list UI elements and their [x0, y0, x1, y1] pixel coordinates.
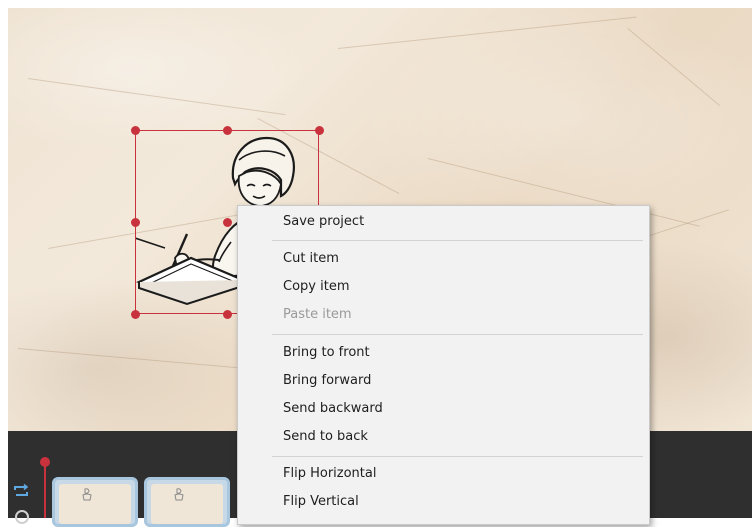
- menu-item-bring-to-front[interactable]: Bring to front: [283, 342, 370, 364]
- paper-crease: [27, 78, 286, 116]
- context-menu: Save project Cut item Copy item Paste it…: [237, 205, 650, 525]
- menu-separator: [272, 334, 643, 335]
- playhead-line[interactable]: [44, 460, 46, 518]
- frame-thumbnail: [59, 484, 131, 524]
- resize-handle-top-left[interactable]: [131, 126, 140, 135]
- menu-item-send-to-back[interactable]: Send to back: [283, 426, 368, 448]
- repeat-icon[interactable]: [13, 484, 29, 498]
- menu-item-cut[interactable]: Cut item: [283, 248, 339, 270]
- menu-item-flip-horizontal[interactable]: Flip Horizontal: [283, 463, 376, 485]
- frame-thumbnail: [151, 484, 223, 524]
- resize-handle-bottom[interactable]: [223, 310, 232, 319]
- resize-handle-left[interactable]: [131, 218, 140, 227]
- menu-item-save-project[interactable]: Save project: [283, 211, 364, 233]
- frame-thumbnail-icon: [82, 488, 92, 501]
- menu-item-copy[interactable]: Copy item: [283, 276, 349, 298]
- resize-handle-top-right[interactable]: [315, 126, 324, 135]
- paper-crease: [338, 16, 637, 49]
- menu-separator: [272, 240, 643, 241]
- paper-crease: [17, 348, 258, 370]
- paper-crease: [627, 28, 720, 106]
- menu-item-bring-forward[interactable]: Bring forward: [283, 370, 371, 392]
- frame-thumbnail-icon: [174, 488, 184, 501]
- menu-separator: [272, 456, 643, 457]
- playhead-handle[interactable]: [40, 457, 50, 467]
- menu-item-send-backward[interactable]: Send backward: [283, 398, 383, 420]
- rotate-center-handle[interactable]: [223, 218, 232, 227]
- resize-handle-top[interactable]: [223, 126, 232, 135]
- timeline-frame-2[interactable]: [144, 477, 230, 527]
- menu-item-flip-vertical[interactable]: Flip Vertical: [283, 491, 359, 513]
- timeline-frame-1[interactable]: [52, 477, 138, 527]
- add-frame-icon[interactable]: [15, 510, 29, 524]
- resize-handle-bottom-left[interactable]: [131, 310, 140, 319]
- menu-item-paste: Paste item: [283, 307, 352, 322]
